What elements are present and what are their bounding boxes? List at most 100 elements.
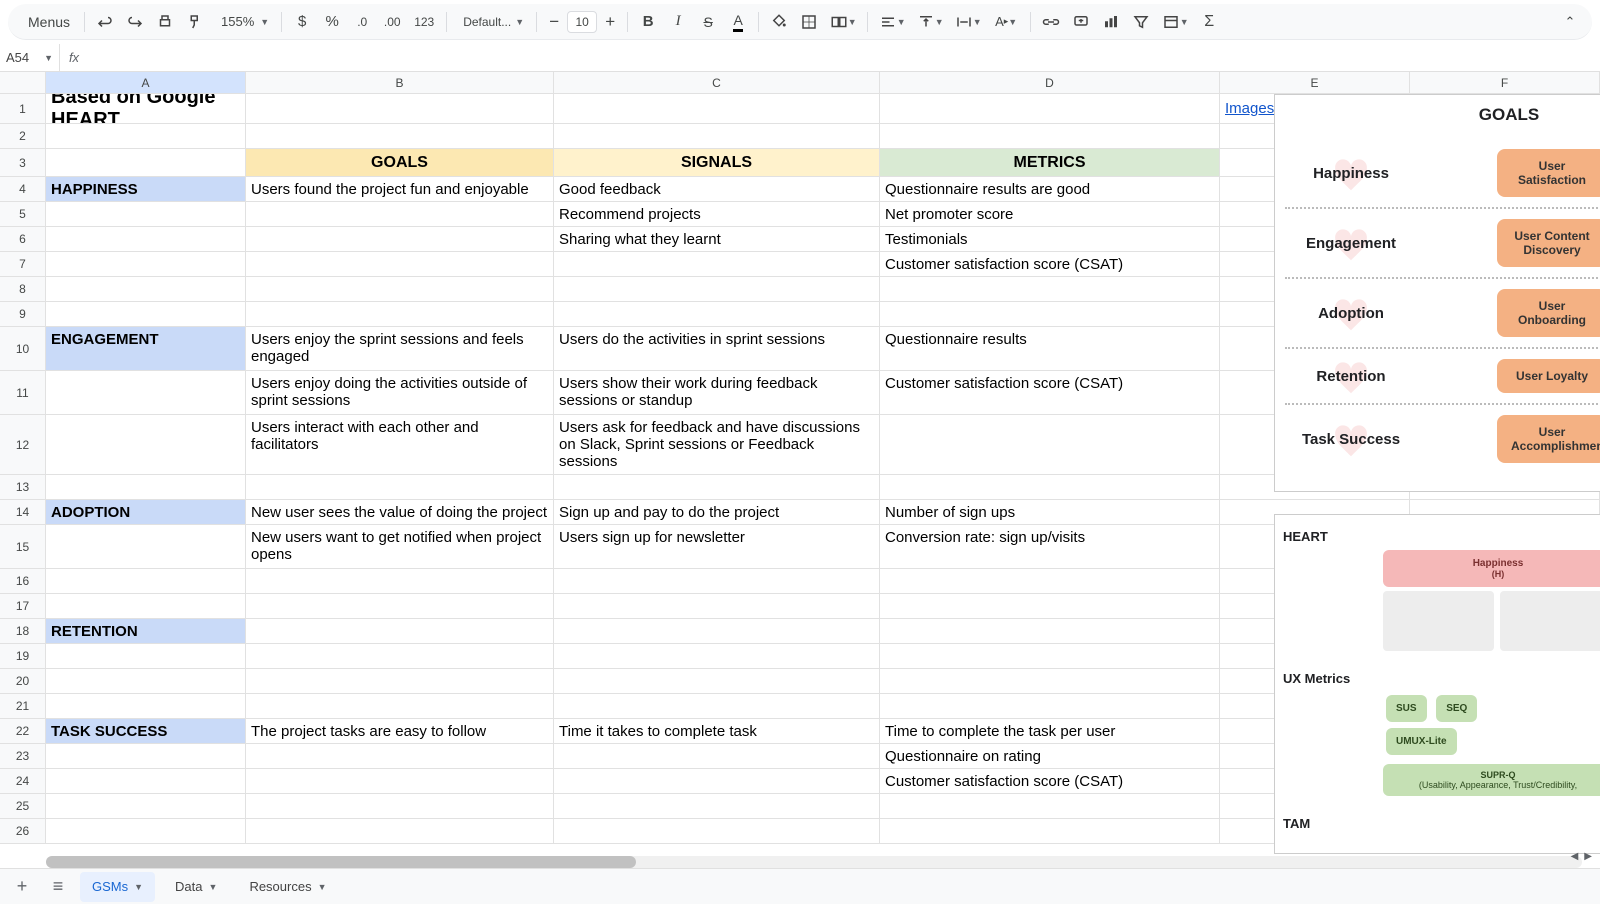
- cell[interactable]: [246, 669, 554, 694]
- cell[interactable]: [46, 371, 246, 415]
- horizontal-scrollbar[interactable]: [46, 856, 1582, 868]
- decrease-decimal-button[interactable]: .0: [348, 8, 376, 36]
- sheet-tab-data[interactable]: Data▼: [163, 872, 229, 902]
- scrollbar-thumb[interactable]: [46, 856, 636, 868]
- undo-button[interactable]: [91, 8, 119, 36]
- functions-button[interactable]: Σ: [1195, 8, 1223, 36]
- cell[interactable]: Questionnaire results: [880, 327, 1220, 371]
- cell[interactable]: [880, 475, 1220, 500]
- row-header[interactable]: 20: [0, 669, 46, 694]
- row-header[interactable]: 25: [0, 794, 46, 819]
- collapse-toolbar-button[interactable]: ⌃: [1556, 8, 1584, 36]
- cell[interactable]: [46, 819, 246, 844]
- row-header[interactable]: 6: [0, 227, 46, 252]
- cell-signals-header[interactable]: SIGNALS: [554, 149, 880, 177]
- row-header[interactable]: 24: [0, 769, 46, 794]
- text-color-button[interactable]: A: [724, 8, 752, 36]
- cell[interactable]: [554, 669, 880, 694]
- cell[interactable]: [554, 819, 880, 844]
- cell[interactable]: [46, 644, 246, 669]
- embedded-image-goals[interactable]: GOALS Happiness User Satisfaction Engage…: [1274, 94, 1600, 492]
- row-header[interactable]: 26: [0, 819, 46, 844]
- row-header[interactable]: 17: [0, 594, 46, 619]
- currency-button[interactable]: $: [288, 8, 316, 36]
- cell[interactable]: [46, 794, 246, 819]
- cell[interactable]: Customer satisfaction score (CSAT): [880, 371, 1220, 415]
- cell[interactable]: [880, 277, 1220, 302]
- cell[interactable]: Users sign up for newsletter: [554, 525, 880, 569]
- cell[interactable]: [46, 202, 246, 227]
- cell[interactable]: [46, 149, 246, 177]
- row-header[interactable]: 2: [0, 124, 46, 149]
- row-header[interactable]: 13: [0, 475, 46, 500]
- cell[interactable]: New user sees the value of doing the pro…: [246, 500, 554, 525]
- row-header[interactable]: 9: [0, 302, 46, 327]
- cell[interactable]: [46, 694, 246, 719]
- cell[interactable]: [246, 227, 554, 252]
- cell[interactable]: [554, 302, 880, 327]
- cell[interactable]: [880, 569, 1220, 594]
- row-header[interactable]: 22: [0, 719, 46, 744]
- cell[interactable]: Users show their work during feedback se…: [554, 371, 880, 415]
- bold-button[interactable]: B: [634, 8, 662, 36]
- cell[interactable]: [246, 694, 554, 719]
- decrease-font-button[interactable]: −: [543, 8, 565, 36]
- cell[interactable]: [246, 619, 554, 644]
- col-header-b[interactable]: B: [246, 72, 554, 93]
- cell[interactable]: [246, 124, 554, 149]
- cell[interactable]: [246, 277, 554, 302]
- cell[interactable]: [46, 227, 246, 252]
- row-header[interactable]: 5: [0, 202, 46, 227]
- col-header-d[interactable]: D: [880, 72, 1220, 93]
- cell[interactable]: New users want to get notified when proj…: [246, 525, 554, 569]
- row-header[interactable]: 8: [0, 277, 46, 302]
- cell[interactable]: [554, 475, 880, 500]
- row-header[interactable]: 10: [0, 327, 46, 371]
- cell[interactable]: [554, 124, 880, 149]
- cell[interactable]: [880, 94, 1220, 124]
- cell[interactable]: [880, 694, 1220, 719]
- print-button[interactable]: [151, 8, 179, 36]
- col-header-e[interactable]: E: [1220, 72, 1410, 93]
- strikethrough-button[interactable]: S: [694, 8, 722, 36]
- cell[interactable]: [46, 302, 246, 327]
- menus-button[interactable]: Menus: [16, 8, 78, 36]
- wrap-button[interactable]: ▼: [950, 8, 986, 36]
- cell[interactable]: The project tasks are easy to follow: [246, 719, 554, 744]
- formula-input[interactable]: [88, 44, 1600, 71]
- nav-right[interactable]: ▶: [1582, 849, 1594, 864]
- increase-decimal-button[interactable]: .00: [378, 8, 406, 36]
- valign-button[interactable]: ▼: [912, 8, 948, 36]
- cell[interactable]: Users interact with each other and facil…: [246, 415, 554, 475]
- row-header[interactable]: 14: [0, 500, 46, 525]
- col-header-c[interactable]: C: [554, 72, 880, 93]
- cell[interactable]: Net promoter score: [880, 202, 1220, 227]
- cell[interactable]: [880, 619, 1220, 644]
- link-button[interactable]: [1037, 8, 1065, 36]
- cell[interactable]: [554, 794, 880, 819]
- row-header[interactable]: 12: [0, 415, 46, 475]
- cell[interactable]: [246, 569, 554, 594]
- row-header[interactable]: 15: [0, 525, 46, 569]
- cell[interactable]: [46, 769, 246, 794]
- cell-metrics-header[interactable]: METRICS: [880, 149, 1220, 177]
- fill-color-button[interactable]: [765, 8, 793, 36]
- add-sheet-button[interactable]: +: [8, 873, 36, 901]
- cell-happiness[interactable]: HAPPINESS: [46, 177, 246, 202]
- row-header[interactable]: 3: [0, 149, 46, 177]
- name-box[interactable]: A54▼: [0, 44, 60, 71]
- cell[interactable]: Testimonials: [880, 227, 1220, 252]
- cell[interactable]: [246, 744, 554, 769]
- cell[interactable]: Recommend projects: [554, 202, 880, 227]
- row-header[interactable]: 23: [0, 744, 46, 769]
- halign-button[interactable]: ▼: [874, 8, 910, 36]
- cell[interactable]: [246, 769, 554, 794]
- filter-views-button[interactable]: ▼: [1157, 8, 1193, 36]
- rotate-button[interactable]: A▸▼: [988, 8, 1024, 36]
- cell[interactable]: [880, 819, 1220, 844]
- cell[interactable]: [46, 669, 246, 694]
- font-select[interactable]: Default...▼: [453, 10, 530, 34]
- cell[interactable]: Sharing what they learnt: [554, 227, 880, 252]
- cell[interactable]: [880, 669, 1220, 694]
- cell-engagement[interactable]: ENGAGEMENT: [46, 327, 246, 371]
